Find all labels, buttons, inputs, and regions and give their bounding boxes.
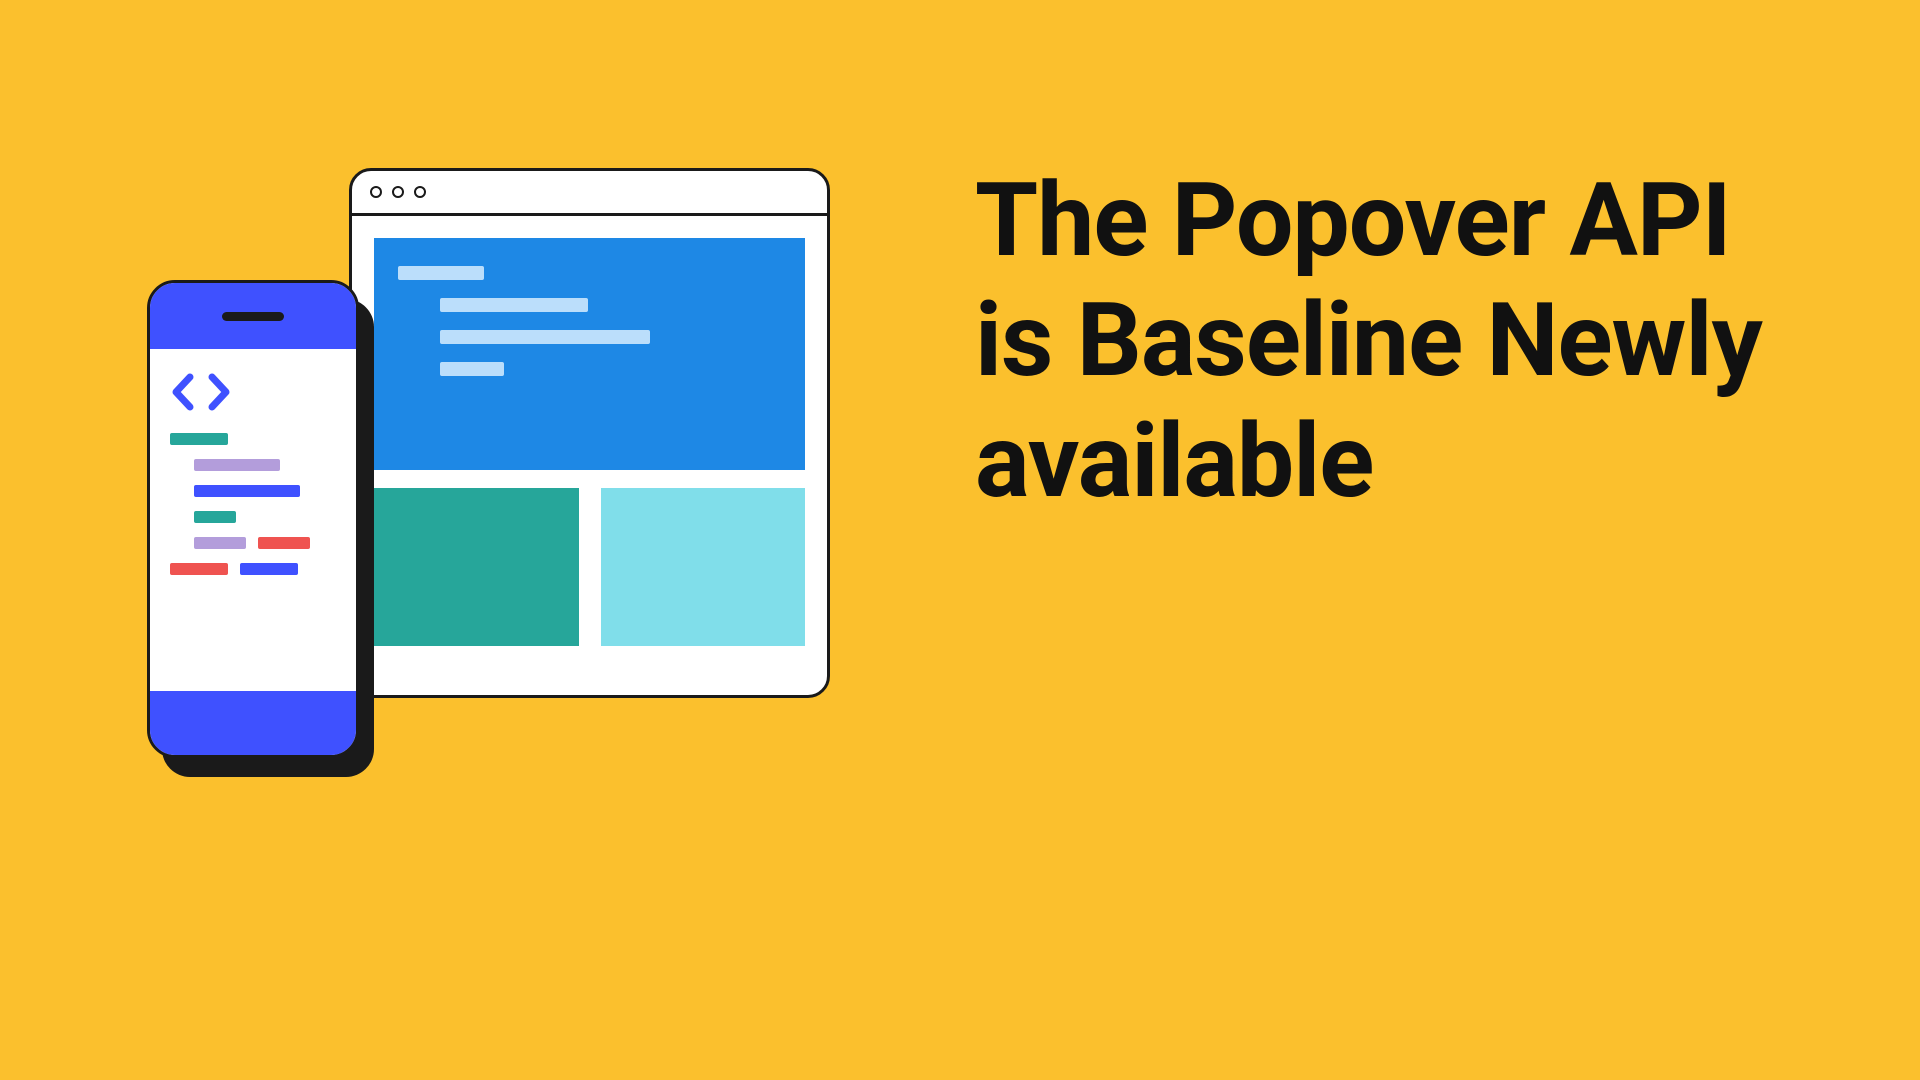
code-angle-brackets-icon — [170, 373, 336, 411]
code-line — [170, 433, 228, 445]
browser-tile-row — [374, 488, 805, 646]
phone-body — [150, 349, 356, 691]
phone-bottom-bar — [150, 691, 356, 755]
placeholder-line — [398, 266, 484, 280]
code-token — [240, 563, 298, 575]
phone-speaker-slot — [222, 312, 284, 321]
browser-tile-green — [374, 488, 579, 646]
angle-bracket-left-icon — [170, 373, 196, 411]
placeholder-line — [440, 298, 588, 312]
window-control-dot — [392, 186, 404, 198]
code-token — [170, 563, 228, 575]
code-line-row — [194, 537, 336, 549]
placeholder-line — [440, 330, 650, 344]
code-line — [194, 511, 236, 523]
code-line — [194, 459, 280, 471]
hero-headline: The Popover API is Baseline Newly availa… — [975, 160, 1795, 521]
window-control-dot — [370, 186, 382, 198]
phone-top-bar — [150, 283, 356, 349]
window-control-dot — [414, 186, 426, 198]
browser-tile-cyan — [601, 488, 806, 646]
code-line — [194, 485, 300, 497]
placeholder-line — [440, 362, 504, 376]
code-line-row — [170, 563, 336, 575]
code-token — [258, 537, 310, 549]
hero-graphic-stage: The Popover API is Baseline Newly availa… — [0, 0, 1920, 1080]
browser-window-illustration — [349, 168, 830, 698]
browser-hero-block — [374, 238, 805, 470]
code-token — [194, 537, 246, 549]
browser-titlebar — [352, 171, 827, 216]
angle-bracket-right-icon — [206, 373, 232, 411]
phone-illustration — [147, 280, 359, 758]
